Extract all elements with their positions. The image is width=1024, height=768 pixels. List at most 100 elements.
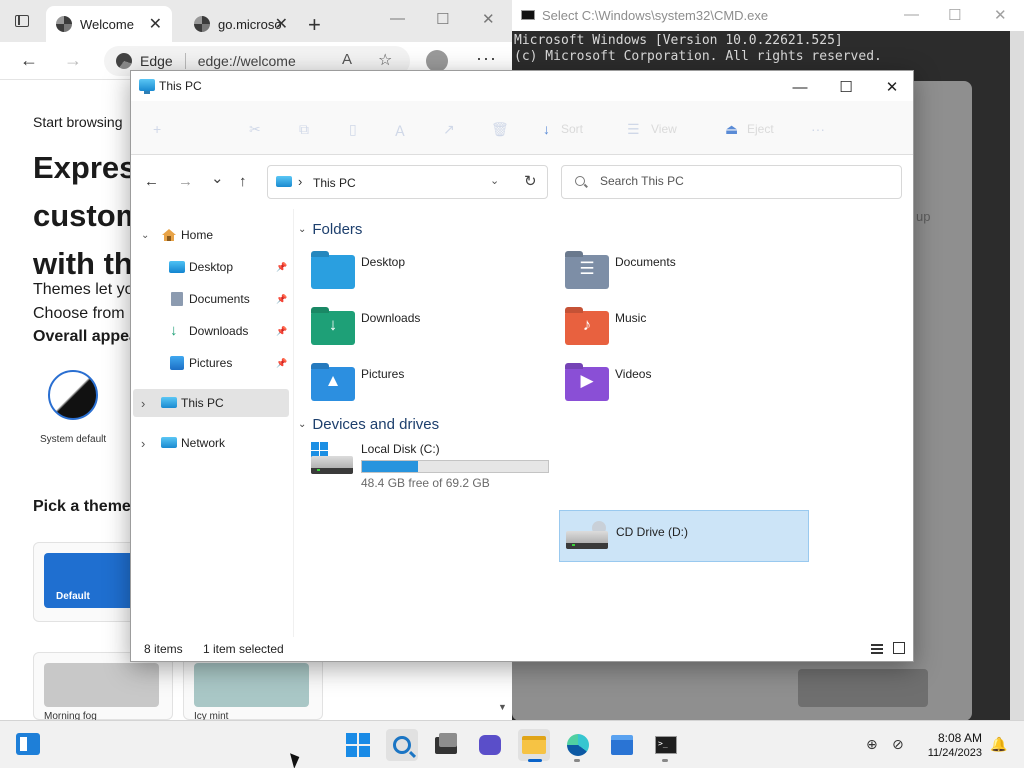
folder-tile-pictures[interactable]: ▲ Pictures	[311, 367, 541, 417]
cut-icon[interactable]: ✂	[249, 121, 261, 138]
details-view-icon[interactable]	[871, 644, 883, 654]
sidebar-item-desktop[interactable]: Desktop 📌	[133, 253, 289, 281]
view-icon[interactable]: ☰	[627, 121, 640, 138]
sidebar-item-downloads[interactable]: ↓ Downloads 📌	[133, 317, 289, 345]
maximize-button[interactable]: ☐	[823, 75, 869, 99]
chat-button[interactable]	[474, 729, 506, 761]
forward-arrow-icon[interactable]: →	[178, 173, 193, 190]
edge-close-button[interactable]: ✕	[482, 10, 495, 28]
start-button[interactable]	[342, 729, 374, 761]
search-input[interactable]	[600, 174, 890, 188]
view-label[interactable]: View	[651, 122, 677, 136]
navigation-bar: ← → ⌄ ↑ › This PC ⌄ ↻	[131, 155, 913, 209]
pin-icon[interactable]: 📌	[276, 294, 287, 305]
drive-tile-local-disk-c[interactable]: Local Disk (C:) 48.4 GB free of 69.2 GB	[311, 442, 551, 494]
sort-label[interactable]: Sort	[561, 122, 583, 136]
cmd-maximize-button[interactable]: ☐	[948, 6, 961, 24]
read-aloud-icon[interactable]: A	[342, 51, 352, 68]
eject-icon[interactable]: ⏏	[725, 121, 738, 138]
search-box[interactable]	[561, 165, 902, 199]
tab-welcome[interactable]: Welcome ✕	[46, 6, 172, 42]
network-icon	[161, 437, 177, 448]
up-arrow-icon[interactable]: ↑	[239, 173, 247, 190]
edge-minimize-button[interactable]: —	[390, 10, 405, 27]
devices-section-header[interactable]: ⌄ Devices and drives	[298, 416, 439, 433]
edge-maximize-button[interactable]: ☐	[436, 10, 449, 28]
folder-tile-desktop[interactable]: Desktop	[311, 255, 541, 305]
chevron-down-icon[interactable]: ⌄	[141, 230, 149, 241]
rename-icon[interactable]: Ａ	[393, 121, 407, 141]
chevron-right-icon[interactable]: ›	[141, 436, 145, 451]
sort-icon[interactable]: ↓	[543, 121, 550, 137]
pin-icon[interactable]: 📌	[276, 326, 287, 337]
sidebar-item-this-pc[interactable]: › This PC	[133, 389, 289, 417]
refresh-icon[interactable]: ↻	[524, 172, 537, 190]
sidebar-item-network[interactable]: › Network	[133, 429, 289, 457]
file-explorer-taskbar-button[interactable]	[518, 729, 550, 761]
breadcrumb-this-pc[interactable]: This PC	[313, 176, 356, 190]
store-taskbar-button[interactable]	[606, 729, 638, 761]
eject-label[interactable]: Eject	[747, 122, 774, 136]
new-icon[interactable]: +	[153, 121, 161, 137]
delete-icon[interactable]: 🗑	[491, 121, 509, 138]
sidebar-item-pictures[interactable]: Pictures 📌	[133, 349, 289, 377]
search-icon	[393, 736, 411, 754]
folder-tile-videos[interactable]: ▶ Videos	[565, 367, 795, 417]
pin-icon[interactable]: 📌	[276, 358, 287, 369]
folder-tile-downloads[interactable]: ↓ Downloads	[311, 311, 541, 361]
network-globe-icon[interactable]: ⊕	[866, 736, 878, 753]
clock-date[interactable]: 11/24/2023	[920, 747, 982, 759]
folder-tile-music[interactable]: ♪ Music	[565, 311, 795, 361]
address-bar[interactable]: › This PC ⌄ ↻	[267, 165, 548, 199]
sidebar-item-home[interactable]: ⌄ Home	[133, 221, 289, 249]
system-default-theme-option[interactable]	[48, 370, 98, 420]
back-arrow-icon[interactable]: ←	[20, 50, 38, 71]
tab-go-microsoft[interactable]: go.microso ✕	[184, 6, 298, 42]
tab-close-icon[interactable]: ✕	[275, 14, 288, 34]
cmd-minimize-button[interactable]: —	[904, 6, 919, 23]
search-button[interactable]	[386, 729, 418, 761]
breadcrumb-chevron-icon[interactable]: ›	[298, 174, 302, 189]
recent-locations-icon[interactable]: ⌄	[211, 169, 224, 187]
volume-muted-icon[interactable]: ⊘	[892, 736, 904, 753]
address-dropdown-icon[interactable]: ⌄	[490, 174, 499, 187]
add-favorite-icon[interactable]: ☆	[378, 50, 392, 70]
cmd-close-button[interactable]: ✕	[994, 6, 1007, 24]
profile-avatar[interactable]	[426, 50, 448, 72]
tab-close-icon[interactable]: ✕	[149, 14, 162, 34]
theme-card-morning-fog[interactable]: Morning fog	[33, 652, 173, 722]
sidebar-item-documents[interactable]: Documents 📌	[133, 285, 289, 313]
task-view-button[interactable]	[430, 729, 462, 761]
cmd-taskbar-button[interactable]: >_	[650, 729, 682, 761]
clock-time[interactable]: 8:08 AM	[920, 731, 982, 745]
more-options-icon[interactable]: ···	[811, 121, 825, 137]
close-button[interactable]: ✕	[869, 75, 915, 99]
drive-tile-cd-drive-d[interactable]: CD Drive (D:)	[559, 510, 809, 562]
minimize-button[interactable]: —	[777, 75, 823, 99]
widgets-icon[interactable]	[16, 733, 40, 755]
cmd-scrollbar[interactable]	[1010, 31, 1024, 720]
windows-start-icon	[346, 733, 370, 757]
folder-tile-documents[interactable]: ☰ Documents	[565, 255, 795, 305]
copy-icon[interactable]: ⧉	[299, 121, 309, 138]
drive-usage-bar	[361, 460, 549, 473]
tab-actions-icon[interactable]	[15, 15, 29, 27]
scroll-down-arrow-icon[interactable]: ▼	[498, 702, 507, 712]
edge-logo-icon	[56, 16, 72, 32]
theme-card-icy-mint[interactable]: Icy mint	[183, 652, 323, 722]
tiles-view-icon[interactable]	[893, 642, 905, 654]
forward-arrow-icon[interactable]: →	[64, 50, 82, 71]
back-arrow-icon[interactable]: ←	[144, 173, 159, 190]
edge-taskbar-button[interactable]	[562, 729, 594, 761]
chevron-right-icon[interactable]: ›	[141, 396, 145, 411]
folders-section-header[interactable]: ⌄ Folders	[298, 221, 362, 238]
notifications-icon[interactable]: 🔔	[990, 736, 1007, 753]
share-icon[interactable]: ↗	[443, 121, 455, 138]
more-options-icon[interactable]: ···	[476, 48, 497, 69]
hard-drive-icon	[311, 456, 353, 474]
new-tab-button[interactable]: +	[308, 12, 321, 38]
pin-icon[interactable]: 📌	[276, 262, 287, 273]
drive-led	[317, 469, 320, 471]
paste-icon[interactable]: ▯	[349, 121, 357, 138]
overlay-button[interactable]	[798, 669, 928, 707]
